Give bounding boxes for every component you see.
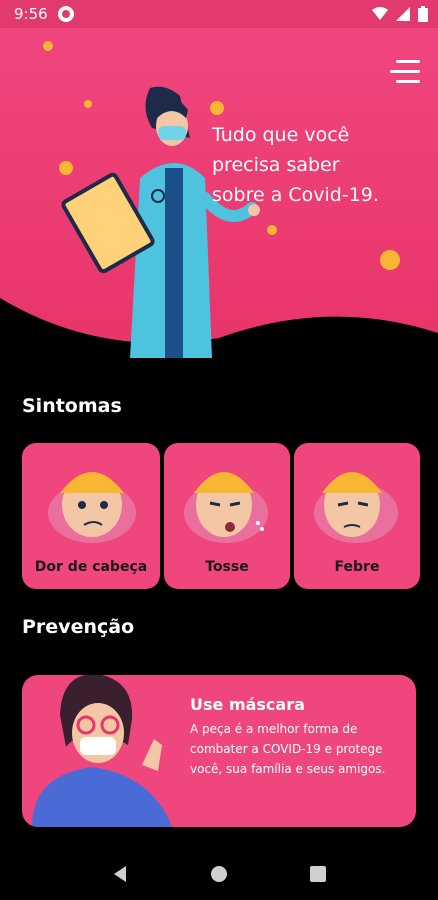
symptom-label: Tosse <box>205 559 249 575</box>
system-navigation-bar <box>0 848 438 900</box>
symptom-card-headache[interactable]: Dor de cabeça <box>22 443 160 589</box>
fever-illustration <box>314 472 398 543</box>
home-icon <box>210 866 227 882</box>
symptoms-title: Sintomas <box>22 395 122 417</box>
back-button[interactable] <box>100 854 140 894</box>
symptom-label: Febre <box>334 559 380 575</box>
status-icons <box>372 6 428 22</box>
recents-button[interactable] <box>298 854 338 894</box>
hero-line-3: sobre a Covid-19. <box>212 184 379 206</box>
hero-line-1: Tudo que você <box>212 124 350 146</box>
prevention-card-description: A peça é a melhor forma de combater a CO… <box>190 722 386 776</box>
hero-headline: Tudo que você precisa saber sobre a Covi… <box>212 120 422 210</box>
menu-button[interactable] <box>388 58 420 84</box>
symptom-card-cough[interactable]: Tosse <box>164 443 290 589</box>
mask-illustration <box>32 675 172 827</box>
app-screen: 9:56 Tudo que você precisa saber sobre a… <box>0 0 438 900</box>
recents-icon <box>310 866 327 882</box>
symptom-card-fever[interactable]: Febre <box>294 443 420 589</box>
cough-illustration <box>184 472 268 543</box>
prevention-title: Prevenção <box>22 616 135 638</box>
hero-line-2: precisa saber <box>212 154 340 176</box>
home-button[interactable] <box>199 854 239 894</box>
menu-icon <box>396 60 420 63</box>
battery-icon <box>418 6 428 22</box>
symptoms-list[interactable]: Dor de cabeça Tosse Febre <box>22 443 438 589</box>
prevention-card-mask[interactable]: Use máscara A peça é a melhor forma de c… <box>22 675 416 827</box>
symptom-label: Dor de cabeça <box>34 559 148 575</box>
prevention-card-title: Use máscara <box>190 695 305 714</box>
back-icon <box>113 866 126 882</box>
app-notification-icon <box>57 6 74 22</box>
wifi-icon <box>372 7 388 20</box>
signal-icon <box>396 7 410 21</box>
status-time: 9:56 <box>14 5 48 23</box>
status-bar: 9:56 <box>0 0 438 28</box>
hero-banner: Tudo que você precisa saber sobre a Covi… <box>0 28 438 358</box>
headache-illustration <box>48 472 136 543</box>
